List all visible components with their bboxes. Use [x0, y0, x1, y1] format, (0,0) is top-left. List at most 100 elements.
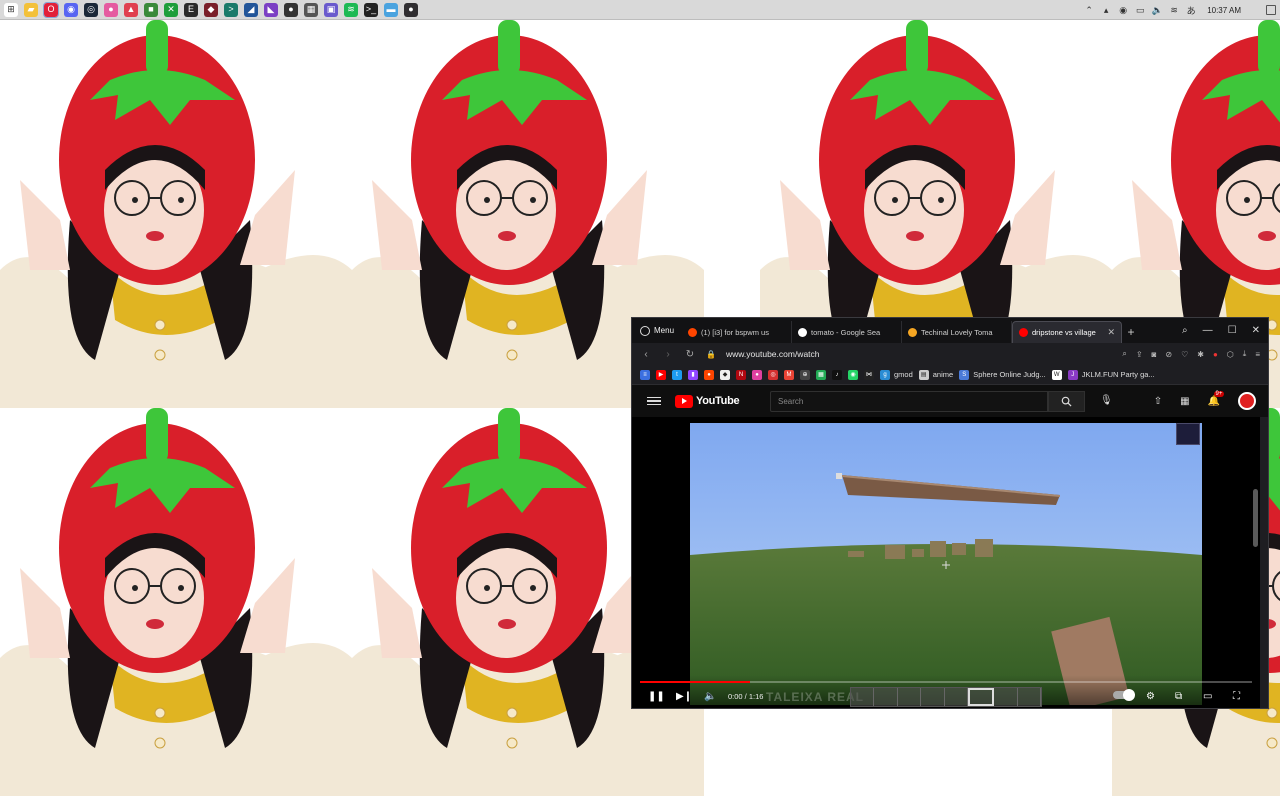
monitor-icon[interactable]: ▭ [1135, 5, 1145, 15]
settings-icon[interactable]: ⚙ [1146, 691, 1155, 702]
wifi-icon[interactable]: ≋ [1169, 5, 1179, 15]
tray-app-icon[interactable]: ▴ [1101, 5, 1111, 15]
search-tabs-icon[interactable]: ⌕ [1182, 325, 1188, 336]
bookmark-file-icon[interactable]: ▤ [918, 369, 929, 380]
bookmark-red-icon[interactable]: ◎ [768, 369, 778, 380]
video-player[interactable]: ❚❚ ▶❙ 🔈 0:00 / 1:16 TALEIXA REAL ⚙ ⧉ ▭ ⛶ [632, 417, 1260, 708]
bookmark-gmail-icon[interactable]: M [784, 369, 794, 380]
upload-icon[interactable]: ⇧ [1154, 396, 1162, 407]
new-tab-button[interactable]: + [1122, 321, 1140, 343]
url-field[interactable]: www.youtube.com/watch [726, 349, 820, 359]
download-icon[interactable]: ⤓ [1243, 349, 1247, 359]
volume-icon[interactable]: 🔈 [704, 691, 716, 702]
app-red-icon[interactable]: ▲ [124, 2, 138, 17]
forward-icon[interactable]: › [662, 349, 674, 360]
youtube-logo[interactable]: YouTube [675, 394, 740, 408]
theater-mode-icon[interactable]: ▭ [1203, 691, 1212, 702]
reload-icon[interactable]: ↻ [684, 349, 696, 360]
browser-tab[interactable]: dripstone vs village ✕ [1012, 321, 1123, 343]
bookmark-netflix-icon[interactable]: N [736, 369, 746, 380]
autoplay-toggle[interactable] [1113, 689, 1135, 701]
xbox-icon[interactable]: ✕ [164, 2, 178, 17]
app-lightblue-icon[interactable]: ▬ [384, 2, 398, 17]
chevron-up-icon[interactable]: ⌃ [1084, 5, 1094, 15]
bookmark-bow-icon[interactable]: ⋈ [864, 369, 874, 380]
bookmark-w-icon[interactable]: W [1051, 369, 1062, 380]
search-button[interactable] [1048, 391, 1085, 412]
opera-menu-button[interactable]: Menu [632, 318, 682, 343]
close-tab-icon[interactable]: ✕ [1107, 327, 1115, 338]
terminal-app-icon[interactable]: > [224, 2, 238, 17]
language-icon[interactable]: あ [1186, 5, 1196, 16]
bookmark-pink-icon[interactable]: ● [752, 369, 762, 380]
next-icon[interactable]: ▶❙ [676, 691, 692, 702]
minecraft-icon[interactable]: ■ [144, 2, 158, 17]
bookmark-sphere-icon[interactable]: S [959, 369, 970, 380]
notifications-bell-icon[interactable]: 🔔 9+ [1208, 390, 1225, 407]
browser-tab[interactable]: (1) [i3] for bspwm us [682, 321, 793, 343]
bookmark-label[interactable]: Sphere Online Judg... [973, 370, 1046, 379]
bookmark-blue-icon[interactable]: ≡ [640, 369, 650, 380]
discord-tray-icon[interactable]: ◉ [1118, 5, 1128, 15]
search-input[interactable]: Search [770, 391, 1048, 412]
cube-icon[interactable]: ⬡ [1227, 350, 1234, 359]
progress-bar[interactable] [640, 681, 1252, 683]
adblock-icon[interactable]: ⊘ [1165, 350, 1172, 359]
bookmark-youtube-icon[interactable]: ▶ [656, 369, 666, 380]
steam-icon[interactable]: ◎ [84, 2, 98, 17]
share-icon[interactable]: ⇪ [1136, 350, 1143, 359]
start-icon[interactable]: ⊞ [4, 2, 18, 17]
avatar[interactable] [1238, 392, 1256, 410]
bookmark-twitch-icon[interactable]: ▮ [688, 369, 698, 380]
browser-tab[interactable]: Techinal Lovely Toma [902, 321, 1013, 343]
opera-icon[interactable]: O [43, 1, 59, 18]
heart-icon[interactable]: ♡ [1181, 350, 1188, 359]
minimize-button[interactable]: — [1203, 325, 1213, 336]
app-dark-icon[interactable]: ◆ [204, 2, 218, 17]
bookmark-gmod-icon[interactable]: g [880, 369, 890, 380]
miniplayer-icon[interactable]: ⧉ [1175, 691, 1182, 702]
guide-menu-icon[interactable] [647, 396, 661, 406]
discord-icon[interactable]: ◉ [64, 2, 78, 17]
spotify-icon[interactable]: ≋ [344, 2, 358, 17]
bookmark-reddit-icon[interactable]: ● [704, 369, 714, 380]
bookmark-label[interactable]: gmod [894, 370, 913, 379]
bookmark-label[interactable]: anime [933, 370, 953, 379]
bookmark-spotify-icon[interactable]: ⊕ [800, 369, 810, 380]
cast-icon[interactable] [1176, 423, 1200, 445]
github-icon[interactable]: ● [284, 2, 298, 17]
bookmark-green-icon[interactable]: ▦ [816, 369, 826, 380]
settings-gear-icon[interactable]: ✱ [1197, 350, 1204, 359]
bookmark-twitter-icon[interactable]: t [672, 369, 682, 380]
extension-icon[interactable]: ● [1213, 350, 1218, 359]
back-icon[interactable]: ‹ [640, 349, 652, 360]
notification-center-icon[interactable] [1266, 5, 1276, 15]
search-page-icon[interactable]: ⌕ [1122, 349, 1126, 359]
microphone-icon[interactable]: 🎙 [1100, 395, 1113, 406]
bookmark-whatsapp-icon[interactable]: ◉ [848, 369, 858, 380]
apps-grid-icon[interactable]: ▦ [1180, 396, 1189, 407]
app-gray-icon[interactable]: ▦ [304, 2, 318, 17]
easy-setup-icon[interactable]: ≡ [1255, 350, 1260, 359]
fullscreen-icon[interactable]: ⛶ [1233, 691, 1240, 702]
app-purple-icon[interactable]: ▣ [324, 2, 338, 17]
obs-icon[interactable]: ● [404, 2, 418, 17]
epic-games-icon[interactable]: E [184, 2, 198, 17]
video-frame[interactable] [690, 423, 1202, 705]
camera-icon[interactable]: ◙ [1152, 350, 1157, 359]
cmd-icon[interactable]: >_ [364, 2, 378, 17]
bookmark-roblox-icon[interactable]: ◆ [720, 369, 730, 380]
page-scrollbar[interactable] [1253, 489, 1258, 547]
browser-tab[interactable]: tomato - Google Sea [792, 321, 903, 343]
bookmark-tiktok-icon[interactable]: ♪ [832, 369, 842, 380]
pause-icon[interactable]: ❚❚ [648, 691, 665, 702]
file-explorer-icon[interactable]: ▰ [24, 2, 38, 17]
visual-studio-icon[interactable]: ◣ [264, 2, 278, 17]
app-blue-icon[interactable]: ◢ [244, 2, 258, 17]
clock[interactable]: 10:37 AM [1207, 6, 1241, 15]
close-button[interactable]: ✕ [1252, 325, 1260, 336]
bookmark-jklm-icon[interactable]: J [1067, 369, 1078, 380]
bookmark-label[interactable]: JKLM.FUN Party ga... [1082, 370, 1155, 379]
volume-icon[interactable]: 🔈 [1152, 5, 1163, 15]
maximize-button[interactable]: ☐ [1228, 325, 1237, 336]
